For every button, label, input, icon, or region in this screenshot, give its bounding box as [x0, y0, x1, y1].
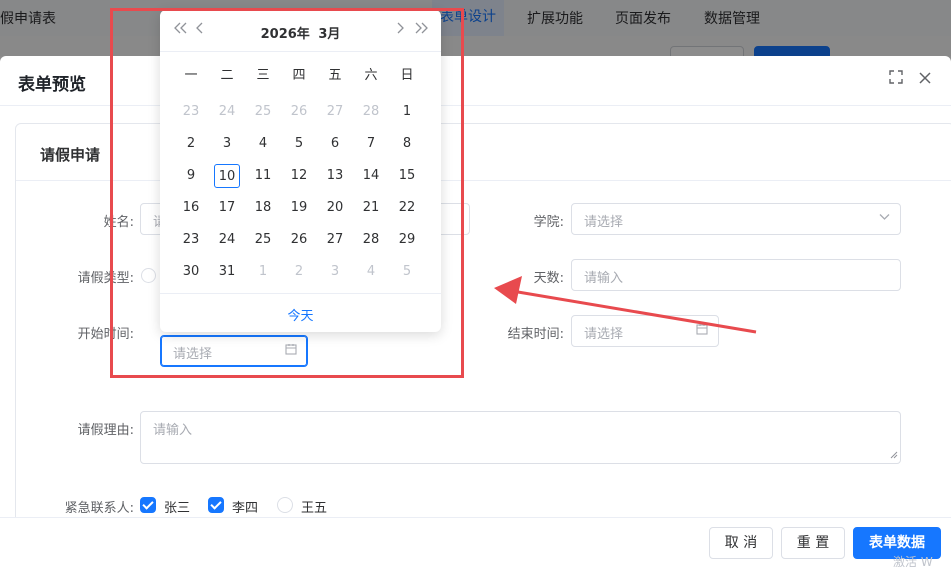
contact-checkbox-wangwu[interactable] — [277, 497, 293, 513]
college-placeholder: 请选择 — [584, 215, 624, 230]
annotation-highlight-box — [110, 8, 464, 378]
end-time-label: 结束时间: — [507, 327, 564, 342]
section-title: 请假申请 — [40, 146, 101, 164]
activation-watermark: 激活 W — [893, 555, 933, 567]
cancel-button[interactable]: 取 消 — [709, 527, 773, 559]
end-time-picker[interactable]: 请选择 — [571, 315, 719, 347]
emergency-contact-label: 紧急联系人: — [64, 501, 134, 516]
contact-checkbox-zhangsan[interactable] — [140, 497, 156, 513]
contact-label-zhangsan: 张三 — [164, 501, 191, 516]
college-select[interactable]: 请选择 — [571, 203, 901, 235]
reason-placeholder: 请输入 — [153, 423, 193, 438]
days-label: 天数: — [533, 271, 564, 286]
contact-checkbox-lisi[interactable] — [208, 497, 224, 513]
reset-button[interactable]: 重 置 — [781, 527, 845, 559]
college-label: 学院: — [533, 215, 564, 230]
resize-handle-icon[interactable] — [890, 451, 898, 462]
reason-label: 请假理由: — [77, 423, 134, 438]
dialog-footer: 取 消 重 置 表单数据 — [0, 517, 951, 567]
reason-textarea[interactable]: 请输入 — [140, 411, 901, 464]
days-input[interactable]: 请输入 — [571, 259, 901, 291]
calendar-icon — [696, 323, 708, 338]
close-icon[interactable] — [916, 70, 934, 88]
contact-label-lisi: 李四 — [232, 501, 259, 516]
end-time-placeholder: 请选择 — [584, 327, 624, 342]
fullscreen-icon[interactable] — [887, 70, 905, 88]
days-placeholder: 请输入 — [584, 271, 624, 286]
dialog-title: 表单预览 — [18, 75, 86, 95]
chevron-down-icon — [879, 211, 890, 225]
contact-label-wangwu: 王五 — [301, 501, 328, 516]
